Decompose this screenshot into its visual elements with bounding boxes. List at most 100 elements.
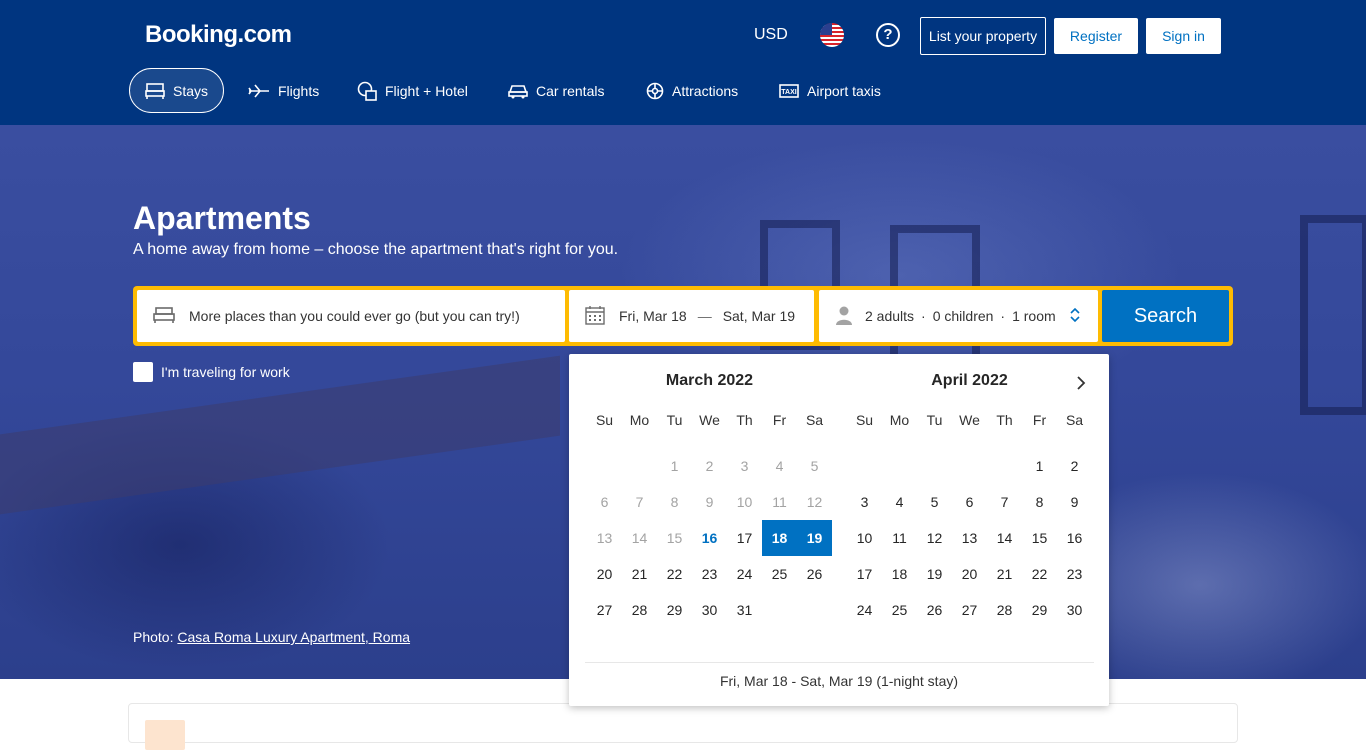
calendar-day[interactable]: 15 — [1022, 520, 1057, 556]
calendar-day: 8 — [670, 494, 679, 510]
calendar-day[interactable]: 31 — [727, 592, 762, 628]
day-grid: 1 2 3 4 5 6 7 8 9 10 11 12 13 14 15 16 17 18 19 20 21 22 23 24 2… — [847, 448, 1092, 628]
photo-credit-link[interactable]: Casa Roma Luxury Apartment, Roma — [177, 629, 410, 645]
search-button[interactable]: Search — [1102, 290, 1229, 342]
calendar-day[interactable]: 27 — [952, 592, 987, 628]
month-title: March 2022 — [665, 372, 754, 389]
calendar-day[interactable]: 23 — [692, 556, 727, 592]
calendar-day[interactable]: 28 — [987, 592, 1022, 628]
calendar-day[interactable]: 9 — [1057, 484, 1092, 520]
checkin-date[interactable]: Fri, Mar 18 — [619, 308, 687, 324]
calendar-day[interactable]: 30 — [1057, 592, 1092, 628]
help-icon[interactable]: ? — [876, 23, 900, 47]
currency-selector[interactable]: USD — [754, 26, 788, 44]
calendar-empty-cell — [847, 448, 882, 484]
calendar-day[interactable]: 4 — [882, 484, 917, 520]
dates-field[interactable]: Fri, Mar 18 — Sat, Mar 19 — [569, 290, 814, 342]
checkbox-box[interactable] — [133, 362, 153, 382]
calendar-day[interactable]: 12 — [917, 520, 952, 556]
calendar-day[interactable]: 25 — [882, 592, 917, 628]
calendar-day[interactable]: 20 — [587, 556, 622, 592]
calendar-day[interactable]: 18 — [762, 520, 797, 556]
photo-credit: Photo: Casa Roma Luxury Apartment, Roma — [133, 629, 410, 645]
tab-car-rentals[interactable]: Car rentals — [508, 68, 604, 113]
calendar-day: 6 — [600, 494, 609, 510]
calendar-day[interactable]: 21 — [622, 556, 657, 592]
chevron-up-down-icon — [1070, 307, 1080, 325]
calendar-day[interactable]: 16 — [692, 520, 727, 556]
tab-airport-taxis[interactable]: TAXI Airport taxis — [779, 68, 881, 113]
calendar-day[interactable]: 13 — [952, 520, 987, 556]
booking-logo[interactable]: Booking.com — [145, 21, 292, 49]
calendar-day[interactable]: 27 — [587, 592, 622, 628]
calendar-day[interactable]: 5 — [917, 484, 952, 520]
tab-label: Airport taxis — [807, 82, 881, 99]
calendar-day[interactable]: 11 — [882, 520, 917, 556]
tab-flight-hotel[interactable]: Flight + Hotel — [357, 68, 468, 113]
dot-separator: · — [1000, 308, 1006, 324]
calendar-day: 9 — [705, 494, 714, 510]
adults-count: 2 adults — [865, 308, 915, 324]
list-property-button[interactable]: List your property — [920, 17, 1046, 55]
stay-summary: Fri, Mar 18 - Sat, Mar 19 (1-night stay) — [719, 673, 959, 689]
calendar-day[interactable]: 24 — [847, 592, 882, 628]
calendar-day[interactable]: 6 — [952, 484, 987, 520]
person-icon — [835, 305, 853, 328]
calendar-day[interactable]: 1 — [1022, 448, 1057, 484]
calendar-day[interactable]: 21 — [987, 556, 1022, 592]
calendar-empty-cell — [622, 448, 657, 484]
calendar-day[interactable]: 14 — [987, 520, 1022, 556]
children-count: 0 children — [932, 308, 994, 324]
calendar-day[interactable]: 30 — [692, 592, 727, 628]
calendar-day[interactable]: 19 — [797, 520, 832, 556]
weekday-label: Th — [736, 412, 753, 428]
calendar-day[interactable]: 25 — [762, 556, 797, 592]
svg-text:TAXI: TAXI — [781, 89, 796, 96]
calendar-day: 3 — [740, 458, 749, 474]
register-button[interactable]: Register — [1054, 18, 1138, 54]
calendar-day[interactable]: 22 — [1022, 556, 1057, 592]
destination-field[interactable]: More places than you could ever go (but … — [137, 290, 565, 342]
us-flag-icon[interactable] — [820, 23, 844, 47]
calendar-day[interactable]: 29 — [657, 592, 692, 628]
calendar-day[interactable]: 24 — [727, 556, 762, 592]
tab-flights[interactable]: Flights — [248, 68, 319, 113]
page-title: Apartments — [133, 200, 311, 236]
weekday-label: Fr — [1032, 412, 1047, 428]
sign-in-button[interactable]: Sign in — [1146, 18, 1221, 54]
calendar-day[interactable]: 23 — [1057, 556, 1092, 592]
tab-attractions[interactable]: Attractions — [646, 68, 738, 113]
calendar-day[interactable]: 20 — [952, 556, 987, 592]
calendar-day[interactable]: 28 — [622, 592, 657, 628]
calendar-day[interactable]: 2 — [1057, 448, 1092, 484]
search-bar: More places than you could ever go (but … — [133, 286, 1233, 346]
calendar-day[interactable]: 10 — [847, 520, 882, 556]
calendar-day: 10 — [736, 494, 753, 510]
work-travel-checkbox[interactable]: I'm traveling for work — [133, 362, 290, 382]
calendar-day[interactable]: 26 — [797, 556, 832, 592]
date-separator: — — [697, 308, 712, 324]
tab-stays[interactable]: Stays — [129, 68, 224, 113]
calendar-day[interactable]: 16 — [1057, 520, 1092, 556]
calendar-day[interactable]: 17 — [727, 520, 762, 556]
guests-field[interactable]: 2 adults · 0 children · 1 room — [819, 290, 1098, 342]
decor-frame — [1300, 215, 1366, 415]
next-month-chevron-icon[interactable] — [1073, 375, 1089, 391]
calendar-empty-cell — [987, 448, 1022, 484]
dot-separator: · — [921, 308, 926, 324]
checkout-date[interactable]: Sat, Mar 19 — [723, 308, 795, 324]
calendar-day[interactable]: 19 — [917, 556, 952, 592]
calendar-day[interactable]: 8 — [1022, 484, 1057, 520]
calendar-day[interactable]: 26 — [917, 592, 952, 628]
calendar-day[interactable]: 18 — [882, 556, 917, 592]
calendar-empty-cell — [917, 448, 952, 484]
weekday-label: Sa — [805, 412, 824, 428]
calendar-empty-cell — [952, 448, 987, 484]
calendar-day[interactable]: 17 — [847, 556, 882, 592]
calendar-icon — [585, 305, 605, 328]
weekday-label: Sa — [1065, 412, 1084, 428]
calendar-day[interactable]: 7 — [987, 484, 1022, 520]
calendar-day[interactable]: 22 — [657, 556, 692, 592]
calendar-day[interactable]: 3 — [847, 484, 882, 520]
calendar-day[interactable]: 29 — [1022, 592, 1057, 628]
